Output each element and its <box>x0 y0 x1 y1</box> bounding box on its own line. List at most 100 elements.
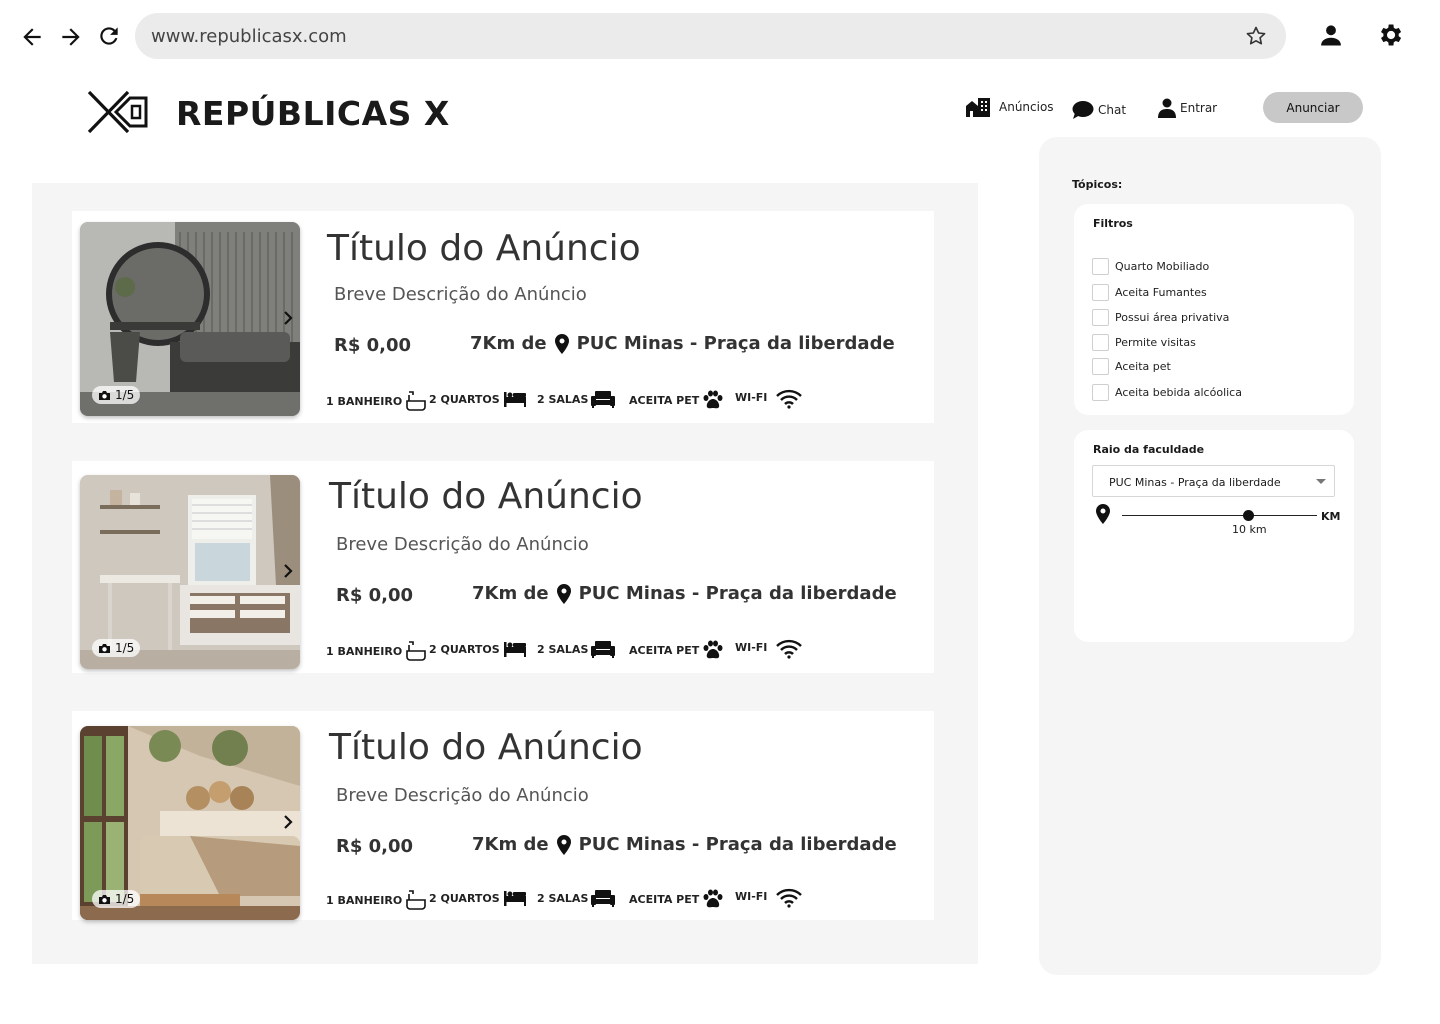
nav-anuncios-label: Anúncios <box>999 100 1054 114</box>
arrow-left-icon <box>23 28 41 46</box>
filter-quarto-mobiliado[interactable]: Quarto Mobiliado <box>1092 258 1209 275</box>
profile-button[interactable] <box>1317 21 1345 49</box>
checkbox[interactable] <box>1092 284 1109 301</box>
bathtub-icon <box>406 391 427 411</box>
listing-price: R$ 0,00 <box>334 335 412 356</box>
wifi-icon <box>776 389 803 409</box>
bed-icon <box>503 392 526 407</box>
listing-distance: 7Km de PUC Minas - Praça da liberdade <box>472 583 897 604</box>
bed-icon <box>503 642 526 657</box>
listing-photo[interactable]: 1/5 <box>80 222 300 416</box>
amenity-pet: ACEITA PET <box>629 390 724 410</box>
checkbox[interactable] <box>1092 334 1109 351</box>
filter-permite-visitas[interactable]: Permite visitas <box>1092 334 1196 351</box>
amenity-wifi: WI-FI <box>735 389 803 409</box>
chevron-right-icon[interactable] <box>280 812 296 832</box>
reload-button[interactable] <box>95 22 123 50</box>
listing-description: Breve Descrição do Anúncio <box>336 534 589 555</box>
listing-card[interactable]: 1/5 Título do Anúncio Breve Descrição do… <box>72 211 934 423</box>
sofa-icon <box>591 890 616 907</box>
amenity-living: 2 SALAS <box>537 390 616 408</box>
wifi-icon <box>776 888 803 908</box>
brand-name[interactable]: REPÚBLICAS X <box>176 94 450 133</box>
filter-aceita-pet[interactable]: Aceita pet <box>1092 358 1171 375</box>
person-icon <box>1158 98 1176 118</box>
amenity-rooms: 2 QUARTOS <box>429 889 527 907</box>
person-icon <box>1321 25 1341 46</box>
chevron-right-icon[interactable] <box>280 561 296 581</box>
amenity-bathroom: 1 BANHEIRO <box>326 640 427 662</box>
amenity-pet: ACEITA PET <box>629 640 724 660</box>
listing-description: Breve Descrição do Anúncio <box>336 785 589 806</box>
filter-area-privativa[interactable]: Possui área privativa <box>1092 309 1229 326</box>
radius-slider-handle[interactable] <box>1243 510 1255 521</box>
chevron-down-icon <box>1316 479 1326 484</box>
nav-chat[interactable]: Chat <box>1072 97 1126 123</box>
listing-title[interactable]: Título do Anúncio <box>329 727 643 768</box>
radius-title: Raio da faculdade <box>1093 443 1205 456</box>
listing-description: Breve Descrição do Anúncio <box>334 284 587 305</box>
arrow-right-icon <box>62 28 80 46</box>
star-icon[interactable] <box>1244 24 1268 48</box>
nav-anuncios[interactable]: Anúncios <box>965 94 1054 120</box>
forward-button[interactable] <box>57 23 85 51</box>
checkbox[interactable] <box>1092 309 1109 326</box>
radius-value: 10 km <box>1232 523 1267 536</box>
map-pin-icon <box>1096 504 1110 524</box>
listing-distance: 7Km de PUC Minas - Praça da liberdade <box>470 333 895 354</box>
map-pin-icon <box>556 834 571 855</box>
amenity-bathroom: 1 BANHEIRO <box>326 889 427 911</box>
amenity-living: 2 SALAS <box>537 889 616 907</box>
amenity-living: 2 SALAS <box>537 640 616 658</box>
paw-icon <box>703 390 723 409</box>
filters-box: Filtros Quarto Mobiliado Aceita Fumantes… <box>1074 204 1354 415</box>
photo-counter: 1/5 <box>92 386 141 404</box>
settings-button[interactable] <box>1376 21 1404 49</box>
university-select[interactable]: PUC Minas - Praça da liberdade <box>1092 465 1335 497</box>
nav-entrar-label: Entrar <box>1180 101 1218 115</box>
houses-icon <box>966 98 990 117</box>
filters-title: Filtros <box>1093 217 1133 230</box>
filter-aceita-fumantes[interactable]: Aceita Fumantes <box>1092 284 1207 301</box>
listing-price: R$ 0,00 <box>336 836 414 857</box>
amenity-rooms: 2 QUARTOS <box>429 640 527 658</box>
checkbox[interactable] <box>1092 258 1109 275</box>
listing-photo[interactable]: 1/5 <box>80 726 300 920</box>
photo-counter: 1/5 <box>92 639 141 657</box>
checkbox[interactable] <box>1092 384 1109 401</box>
topics-label: Tópicos: <box>1072 178 1123 191</box>
checkbox[interactable] <box>1092 358 1109 375</box>
paw-icon <box>703 889 723 908</box>
radius-slider-track[interactable] <box>1122 515 1317 516</box>
filter-bebida-alcoolica[interactable]: Aceita bebida alcóolica <box>1092 384 1242 401</box>
sofa-icon <box>591 641 616 658</box>
republicas-logo-icon[interactable] <box>86 88 150 136</box>
back-button[interactable] <box>18 23 46 51</box>
photo-counter: 1/5 <box>92 890 141 908</box>
listing-title[interactable]: Título do Anúncio <box>329 476 643 517</box>
listing-card[interactable]: 1/5 Título do Anúncio Breve Descrição do… <box>72 711 934 920</box>
listing-distance: 7Km de PUC Minas - Praça da liberdade <box>472 834 897 855</box>
sidebar: Tópicos: Filtros Quarto Mobiliado Aceita… <box>1039 137 1381 975</box>
listing-price: R$ 0,00 <box>336 585 414 606</box>
amenity-pet: ACEITA PET <box>629 889 724 909</box>
listing-card[interactable]: 1/5 Título do Anúncio Breve Descrição do… <box>72 461 934 673</box>
address-bar[interactable]: www.republicasx.com <box>135 13 1286 59</box>
gear-icon <box>1381 24 1402 46</box>
camera-icon <box>99 894 110 904</box>
radius-box: Raio da faculdade PUC Minas - Praça da l… <box>1074 430 1354 642</box>
radius-unit: KM <box>1321 510 1341 523</box>
sofa-icon <box>591 391 616 408</box>
chat-bubble-icon <box>1072 101 1094 119</box>
amenity-wifi: WI-FI <box>735 888 803 908</box>
map-pin-icon <box>556 583 571 604</box>
camera-icon <box>99 390 110 400</box>
listing-photo[interactable]: 1/5 <box>80 475 300 669</box>
bathtub-icon <box>406 641 427 661</box>
bed-icon <box>503 891 526 906</box>
nav-entrar[interactable]: Entrar <box>1158 95 1217 121</box>
bathtub-icon <box>406 890 427 910</box>
listing-title[interactable]: Título do Anúncio <box>327 228 641 269</box>
chevron-right-icon[interactable] <box>280 308 296 328</box>
anunciar-button[interactable]: Anunciar <box>1263 92 1363 123</box>
